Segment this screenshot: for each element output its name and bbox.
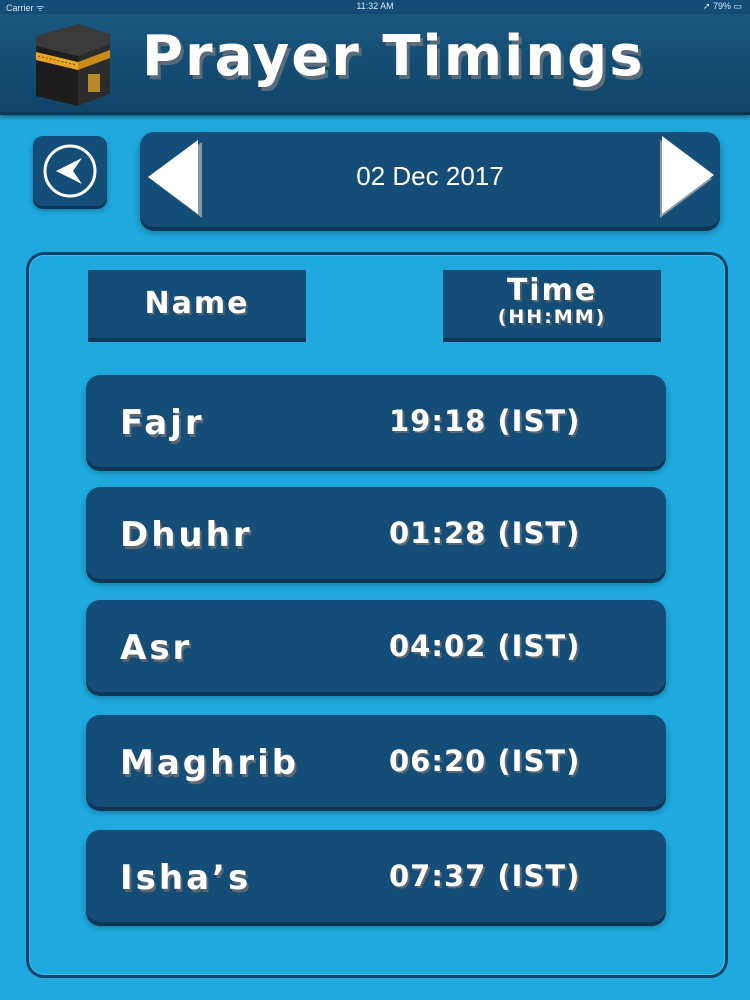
kaaba-icon <box>36 24 110 106</box>
prayer-row-maghrib: Maghrib 06:20 (IST) <box>86 715 666 807</box>
time-format-label: (HH:MM) <box>497 306 607 328</box>
prayer-time: 01:28 (IST) <box>389 516 581 550</box>
status-time: 11:32 AM <box>356 1 394 11</box>
battery-indicator: ➚ 79% ▭ <box>702 1 742 11</box>
status-bar: Carrier ᯤ 11:32 AM ➚ 79% ▭ <box>0 0 750 14</box>
prayer-name: Asr <box>120 628 193 668</box>
prayer-times-panel: Name Time (HH:MM) Fajr 19:18 (IST) Dhuhr… <box>26 252 728 978</box>
prayer-time: 07:37 (IST) <box>389 859 581 893</box>
prayer-time: 19:18 (IST) <box>389 404 581 438</box>
app-header: Prayer Timings <box>0 14 750 115</box>
prayer-time: 04:02 (IST) <box>389 629 581 663</box>
name-column-header: Name <box>88 270 306 338</box>
prayer-row-ishas: Isha’s 07:37 (IST) <box>86 830 666 922</box>
prayer-row-asr: Asr 04:02 (IST) <box>86 600 666 692</box>
prayer-name: Dhuhr <box>120 515 253 555</box>
prayer-name: Fajr <box>120 403 205 443</box>
right-triangle-icon[interactable] <box>656 136 714 220</box>
prayer-name: Maghrib <box>120 743 300 783</box>
time-header-label: Time <box>506 273 598 308</box>
prayer-time: 06:20 (IST) <box>389 744 581 778</box>
page-title: Prayer Timings <box>142 24 645 89</box>
date-navigator: 02 Dec 2017 <box>140 132 720 227</box>
time-column-header: Time (HH:MM) <box>443 270 661 338</box>
prayer-row-fajr: Fajr 19:18 (IST) <box>86 375 666 467</box>
prayer-name: Isha’s <box>120 858 252 898</box>
date-label: 02 Dec 2017 <box>356 161 504 191</box>
prayer-row-dhuhr: Dhuhr 01:28 (IST) <box>86 487 666 579</box>
back-arrow-icon <box>43 144 97 198</box>
back-button[interactable] <box>33 136 107 206</box>
